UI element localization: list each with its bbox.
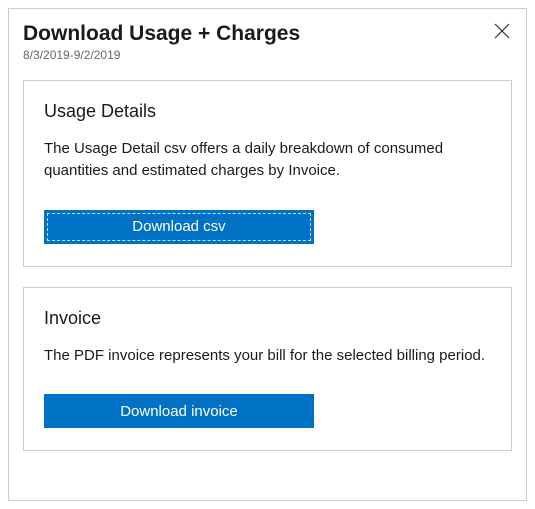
billing-date-range: 8/3/2019-9/2/2019 xyxy=(23,48,300,62)
invoice-card-title: Invoice xyxy=(44,308,491,329)
usage-card-description: The Usage Detail csv offers a daily brea… xyxy=(44,138,491,182)
invoice-card-description: The PDF invoice represents your bill for… xyxy=(44,345,491,367)
usage-details-card: Usage Details The Usage Detail csv offer… xyxy=(23,80,512,267)
close-button[interactable] xyxy=(490,19,514,43)
close-icon xyxy=(494,23,510,39)
download-invoice-button[interactable]: Download invoice xyxy=(44,394,314,428)
download-csv-button[interactable]: Download csv xyxy=(44,210,314,244)
usage-card-title: Usage Details xyxy=(44,101,491,122)
panel-header: Download Usage + Charges 8/3/2019-9/2/20… xyxy=(23,21,512,62)
invoice-card: Invoice The PDF invoice represents your … xyxy=(23,287,512,452)
page-title: Download Usage + Charges xyxy=(23,21,300,46)
download-panel: Download Usage + Charges 8/3/2019-9/2/20… xyxy=(8,8,527,501)
header-text: Download Usage + Charges 8/3/2019-9/2/20… xyxy=(23,21,300,62)
